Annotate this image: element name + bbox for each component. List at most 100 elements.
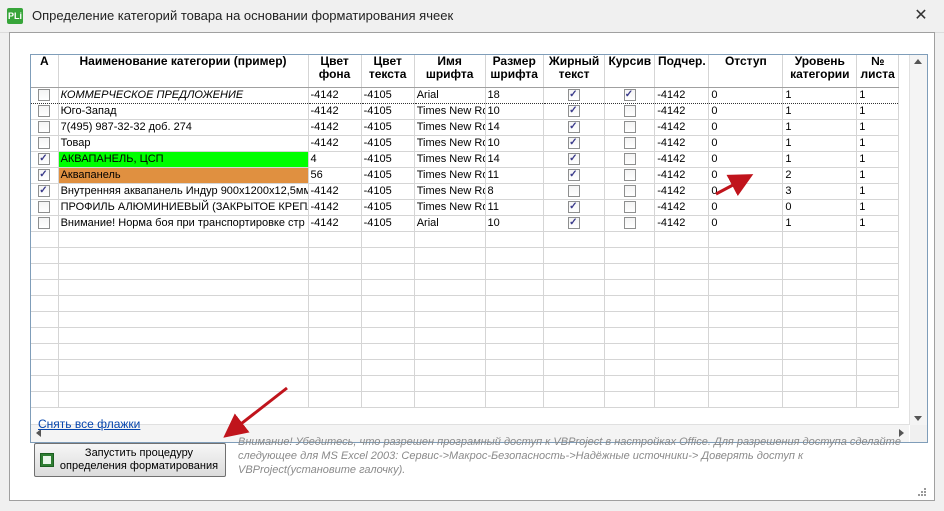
bold-checkbox[interactable] <box>568 185 581 198</box>
cell-name[interactable]: Внимание! Норма боя при транспортировке … <box>58 215 309 232</box>
cell-name[interactable]: КОММЕРЧЕСКОЕ ПРЕДЛОЖЕНИЕ <box>58 87 309 104</box>
row-checkbox[interactable] <box>38 89 51 102</box>
cell-name[interactable]: Товар <box>58 135 309 152</box>
cell-text-color[interactable]: -4105 <box>361 167 415 184</box>
cell-name[interactable]: 7(495) 987-32-32 доб. 274 <box>58 119 309 136</box>
table-row[interactable]: Аквапанель56-4105Times New Roman11 -41420… <box>31 167 899 184</box>
table-row[interactable]: ПРОФИЛЬ АЛЮМИНИЕВЫЙ (ЗАКРЫТОЕ КРЕПЛЕНИЕ)… <box>31 199 899 216</box>
italic-checkbox[interactable] <box>623 121 636 134</box>
cell-italic[interactable] <box>604 151 656 168</box>
cell-font-name[interactable]: Times New Roman <box>414 151 486 168</box>
cell-indent[interactable]: 0 <box>708 167 784 184</box>
table-row[interactable]: Внимание! Норма боя при транспортировке … <box>31 215 899 232</box>
bold-checkbox[interactable] <box>568 104 581 118</box>
cell-underline[interactable]: -4142 <box>654 87 710 104</box>
cell-font-size[interactable]: 10 <box>485 215 544 232</box>
run-detection-button[interactable]: Запустить процедуру определения форматир… <box>34 443 226 477</box>
row-checkbox[interactable] <box>38 184 51 198</box>
cell-font-name[interactable]: Arial <box>414 215 486 232</box>
italic-checkbox[interactable] <box>623 217 636 230</box>
cell-sheet[interactable]: 1 <box>856 167 899 184</box>
cell-checkbox[interactable] <box>31 103 59 120</box>
cell-text-color[interactable]: -4105 <box>361 119 415 136</box>
cell-level[interactable]: 1 <box>782 103 858 120</box>
cell-sheet[interactable]: 1 <box>856 199 899 216</box>
cell-italic[interactable] <box>604 87 656 104</box>
row-checkbox[interactable] <box>38 201 51 214</box>
cell-font-size[interactable]: 14 <box>485 151 544 168</box>
cell-text-color[interactable]: -4105 <box>361 135 415 152</box>
cell-checkbox[interactable] <box>31 87 59 104</box>
cell-text-color[interactable]: -4105 <box>361 199 415 216</box>
row-checkbox[interactable] <box>38 121 51 134</box>
col-header-name[interactable]: Наименование категории (пример) <box>58 55 309 88</box>
cell-font-name[interactable]: Times New Roman <box>414 167 486 184</box>
table-row[interactable]: Внутренняя аквапанель Индур 900х1200х12,… <box>31 183 899 200</box>
cell-bold[interactable] <box>543 119 606 136</box>
row-checkbox[interactable] <box>38 152 51 166</box>
cell-bg-color[interactable]: -4142 <box>308 215 362 232</box>
cell-checkbox[interactable] <box>31 119 59 136</box>
italic-checkbox[interactable] <box>623 137 636 150</box>
cell-checkbox[interactable] <box>31 135 59 152</box>
bold-checkbox[interactable] <box>568 89 581 102</box>
cell-bold[interactable] <box>543 199 606 216</box>
cell-sheet[interactable]: 1 <box>856 151 899 168</box>
cell-font-size[interactable]: 11 <box>485 167 544 184</box>
cell-italic[interactable] <box>604 103 656 120</box>
bold-checkbox[interactable] <box>568 120 581 134</box>
italic-checkbox[interactable] <box>623 169 636 182</box>
cell-underline[interactable]: -4142 <box>654 135 710 152</box>
cell-sheet[interactable]: 1 <box>856 183 899 200</box>
cell-name[interactable]: АКВАПАНЕЛЬ, ЦСП <box>58 151 309 168</box>
bold-checkbox[interactable] <box>568 136 581 150</box>
col-header-italic[interactable]: Курсив <box>604 55 656 88</box>
italic-checkbox[interactable] <box>623 89 636 102</box>
italic-checkbox[interactable] <box>623 201 636 214</box>
category-grid[interactable]: A Наименование категории (пример) Цвет ф… <box>30 54 928 443</box>
scroll-up-icon[interactable] <box>914 59 922 64</box>
italic-checkbox[interactable] <box>623 185 636 198</box>
row-checkbox[interactable] <box>38 105 51 118</box>
col-header-indent[interactable]: Отступ <box>708 55 784 88</box>
col-header-a[interactable]: A <box>31 55 59 88</box>
col-header-bold[interactable]: Жирный текст <box>543 55 606 88</box>
cell-bg-color[interactable]: -4142 <box>308 103 362 120</box>
cell-font-size[interactable]: 14 <box>485 119 544 136</box>
cell-font-name[interactable]: Times New Roman <box>414 135 486 152</box>
cell-level[interactable]: 1 <box>782 135 858 152</box>
cell-indent[interactable]: 0 <box>708 87 784 104</box>
cell-bg-color[interactable]: -4142 <box>308 87 362 104</box>
cell-italic[interactable] <box>604 167 656 184</box>
cell-bg-color[interactable]: 56 <box>308 167 362 184</box>
row-checkbox[interactable] <box>38 137 51 150</box>
cell-sheet[interactable]: 1 <box>856 103 899 120</box>
cell-level[interactable]: 1 <box>782 87 858 104</box>
col-header-sheet[interactable]: № листа <box>856 55 899 88</box>
scroll-down-icon[interactable] <box>914 416 922 421</box>
cell-indent[interactable]: 0 <box>708 215 784 232</box>
cell-checkbox[interactable] <box>31 199 59 216</box>
cell-underline[interactable]: -4142 <box>654 199 710 216</box>
close-button[interactable]: ✕ <box>912 7 930 25</box>
italic-checkbox[interactable] <box>623 153 636 166</box>
cell-bold[interactable] <box>543 103 606 120</box>
table-row[interactable]: Товар-4142-4105Times New Roman10-4142011 <box>31 135 899 152</box>
cell-bold[interactable] <box>543 151 606 168</box>
cell-italic[interactable] <box>604 183 656 200</box>
cell-name[interactable]: Аквапанель <box>58 167 309 184</box>
col-header-text-color[interactable]: Цвет текста <box>361 55 415 88</box>
cell-font-size[interactable]: 8 <box>485 183 544 200</box>
cell-underline[interactable]: -4142 <box>654 119 710 136</box>
cell-font-size[interactable]: 11 <box>485 199 544 216</box>
cell-level[interactable]: 1 <box>782 215 858 232</box>
cell-bold[interactable] <box>543 87 606 104</box>
cell-checkbox[interactable] <box>31 167 59 184</box>
cell-bg-color[interactable]: -4142 <box>308 199 362 216</box>
cell-font-size[interactable]: 18 <box>485 87 544 104</box>
bold-checkbox[interactable] <box>568 168 581 182</box>
col-header-level[interactable]: Уровень категории <box>782 55 858 88</box>
cell-checkbox[interactable] <box>31 215 59 232</box>
cell-bold[interactable] <box>543 215 606 232</box>
cell-indent[interactable]: 0 <box>708 103 784 120</box>
